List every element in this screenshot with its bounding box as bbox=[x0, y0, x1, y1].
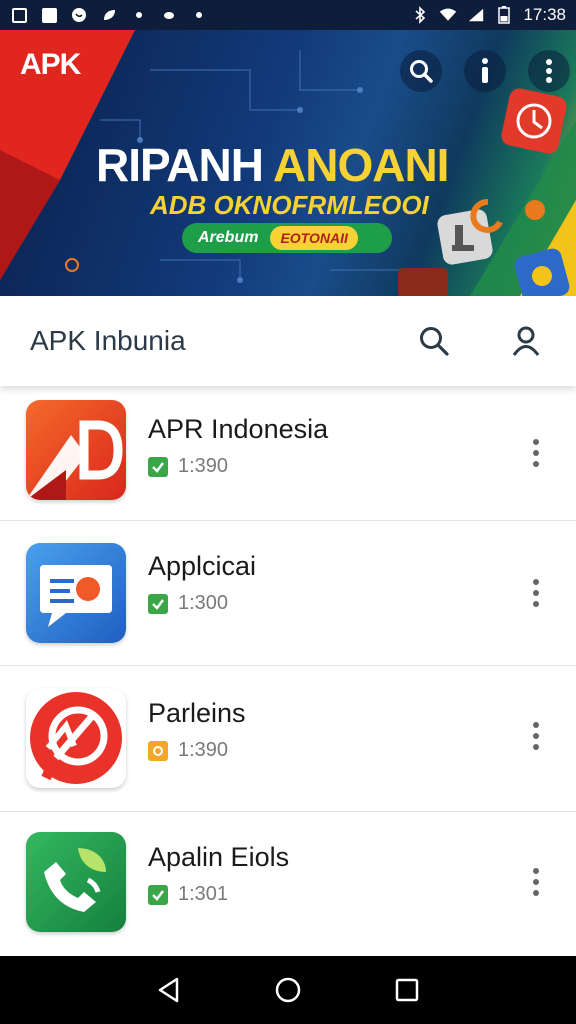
banner-cta-pill[interactable]: Arebum EOTONAII bbox=[182, 223, 392, 253]
app-text: Applcicai 1:300 bbox=[148, 551, 256, 615]
app-text: APR Indonesia 1:390 bbox=[148, 414, 328, 478]
search-icon bbox=[420, 327, 449, 356]
list-item[interactable]: Parleins 1:390 bbox=[0, 666, 576, 812]
app-version: 1:390 bbox=[178, 455, 229, 477]
app-bar-actions bbox=[416, 323, 576, 359]
warning-badge-icon bbox=[148, 740, 168, 761]
app-name: APR Indonesia bbox=[148, 414, 329, 444]
banner-logo: APK bbox=[20, 48, 81, 81]
banner-actions bbox=[400, 50, 570, 92]
app-name: Applcicai bbox=[148, 551, 257, 581]
app-bar: APK Inbunia bbox=[0, 296, 576, 386]
more-options-button[interactable] bbox=[524, 716, 548, 756]
banner-title-accent: ANOANI bbox=[273, 139, 449, 191]
app-meta: 1:390 bbox=[148, 739, 246, 762]
banner-app-tile-gray bbox=[437, 209, 493, 265]
banner-subtitle: ADB OKNOFRMLEOOI bbox=[150, 190, 429, 220]
back-button[interactable] bbox=[149, 970, 189, 1010]
app-meta: 1:301 bbox=[148, 883, 289, 906]
app-name: Apalin Eiols bbox=[148, 842, 290, 872]
recents-icon bbox=[395, 978, 418, 1002]
info-icon bbox=[482, 58, 488, 83]
status-right: 17:38 bbox=[411, 5, 566, 25]
phone-leaf-icon bbox=[44, 848, 106, 912]
app-icon-apalin-eiols bbox=[26, 832, 126, 932]
bluetooth-icon bbox=[411, 6, 429, 24]
banner-pill-left: Arebum bbox=[198, 229, 259, 246]
more-options-button[interactable] bbox=[524, 862, 548, 902]
app-text: Parleins 1:390 bbox=[148, 698, 246, 762]
banner-pill-right: EOTONAII bbox=[270, 226, 358, 250]
cloud-icon bbox=[160, 6, 178, 24]
list-item[interactable]: Applcicai 1:300 bbox=[0, 521, 576, 666]
account-button[interactable] bbox=[508, 323, 544, 359]
home-icon bbox=[275, 977, 301, 1003]
chat-bubble-icon bbox=[40, 565, 112, 627]
battery-icon bbox=[495, 6, 513, 24]
banner-more-button[interactable] bbox=[528, 50, 570, 92]
leaf-icon bbox=[100, 6, 118, 24]
search-button[interactable] bbox=[416, 323, 452, 359]
more-vertical-icon bbox=[546, 59, 552, 83]
list-item[interactable]: APR Indonesia 1:390 bbox=[0, 386, 576, 521]
banner-search-button[interactable] bbox=[400, 50, 442, 92]
person-icon bbox=[512, 326, 540, 356]
verified-badge-icon bbox=[148, 593, 168, 614]
more-options-button[interactable] bbox=[524, 433, 548, 473]
image-icon bbox=[40, 6, 58, 24]
app-version: 1:300 bbox=[178, 592, 229, 614]
app-icon-applcicai bbox=[26, 543, 126, 643]
navigation-bar bbox=[0, 956, 576, 1024]
back-icon bbox=[159, 977, 179, 1003]
app-meta: 1:390 bbox=[148, 455, 328, 478]
promo-banner[interactable]: APK RIPANH ANOANI ADB OKNOFRMLEOOI Arebu… bbox=[0, 30, 576, 296]
app-list: APR Indonesia 1:390 Applcicai 1:300 Parl… bbox=[0, 386, 576, 956]
app-version: 1:390 bbox=[178, 739, 229, 761]
status-left bbox=[10, 6, 208, 24]
search-icon bbox=[410, 60, 433, 83]
more-options-button[interactable] bbox=[524, 573, 548, 613]
app-text: Apalin Eiols 1:301 bbox=[148, 842, 289, 906]
whatsapp-icon bbox=[70, 6, 88, 24]
gallery-icon bbox=[10, 6, 28, 24]
signal-icon bbox=[467, 6, 485, 24]
recents-button[interactable] bbox=[387, 970, 427, 1010]
apk-logo-icon bbox=[26, 420, 123, 500]
screen: 17:38 APK RIPANH ANOANI ADB OKNOFRMLEOOI… bbox=[0, 0, 576, 1024]
app-name: Parleins bbox=[148, 698, 246, 728]
app-icon-apr-indonesia bbox=[26, 400, 126, 500]
home-button[interactable] bbox=[268, 970, 308, 1010]
banner-title-white: RIPANH bbox=[96, 139, 273, 191]
verified-badge-icon bbox=[148, 456, 168, 477]
more-dots-icon bbox=[190, 6, 208, 24]
red-circle-logo-icon bbox=[30, 692, 122, 784]
status-bar: 17:38 bbox=[0, 0, 576, 30]
banner-info-button[interactable] bbox=[464, 50, 506, 92]
dot-icon bbox=[130, 6, 148, 24]
banner-title: RIPANH ANOANI bbox=[96, 138, 449, 192]
wifi-icon bbox=[439, 6, 457, 24]
app-bar-title: APK Inbunia bbox=[30, 325, 186, 356]
status-time: 17:38 bbox=[523, 5, 566, 24]
app-meta: 1:300 bbox=[148, 592, 256, 615]
verified-badge-icon bbox=[148, 884, 168, 905]
app-version: 1:301 bbox=[178, 883, 229, 905]
list-item[interactable]: Apalin Eiols 1:301 bbox=[0, 812, 576, 956]
app-icon-parleins bbox=[26, 688, 126, 788]
banner-app-tile-red bbox=[501, 88, 567, 154]
